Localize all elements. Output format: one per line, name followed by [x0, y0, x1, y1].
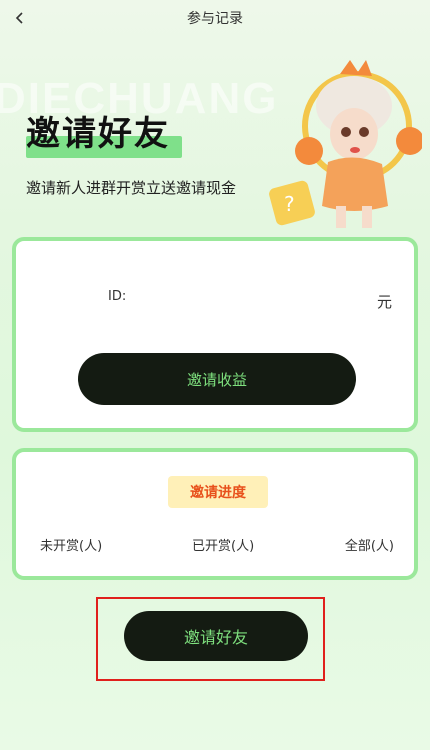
earnings-unit: 元 [376, 293, 392, 311]
invite-progress-badge: 邀请进度 [168, 476, 268, 508]
chevron-left-icon [15, 12, 23, 24]
stat-not-opened: 未开赏(人) [40, 539, 103, 554]
back-button[interactable] [8, 6, 32, 30]
page-title: 参与记录 [187, 11, 243, 27]
hero-subtitle: 邀请新人进群开赏立送邀请现金 [26, 179, 237, 197]
stat-opened: 已开赏(人) [192, 539, 255, 554]
hero-title-text: 邀请好友 [26, 114, 170, 154]
earnings-card: ID: 元 邀请收益 [12, 237, 418, 432]
mascot-illustration: ? [269, 60, 422, 228]
invite-progress-card: 邀请进度 未开赏(人) 已开赏(人) 全部(人) [12, 448, 418, 580]
stat-total: 全部(人) [344, 539, 394, 554]
svg-text:?: ? [284, 192, 295, 216]
invite-friends-button[interactable]: 邀请好友 [124, 611, 308, 661]
invite-earnings-button[interactable]: 邀请收益 [78, 353, 356, 405]
top-nav-bar: 参与记录 [0, 0, 430, 36]
user-id-label: ID: [108, 289, 127, 304]
hero-title: 邀请好友 [26, 106, 170, 155]
